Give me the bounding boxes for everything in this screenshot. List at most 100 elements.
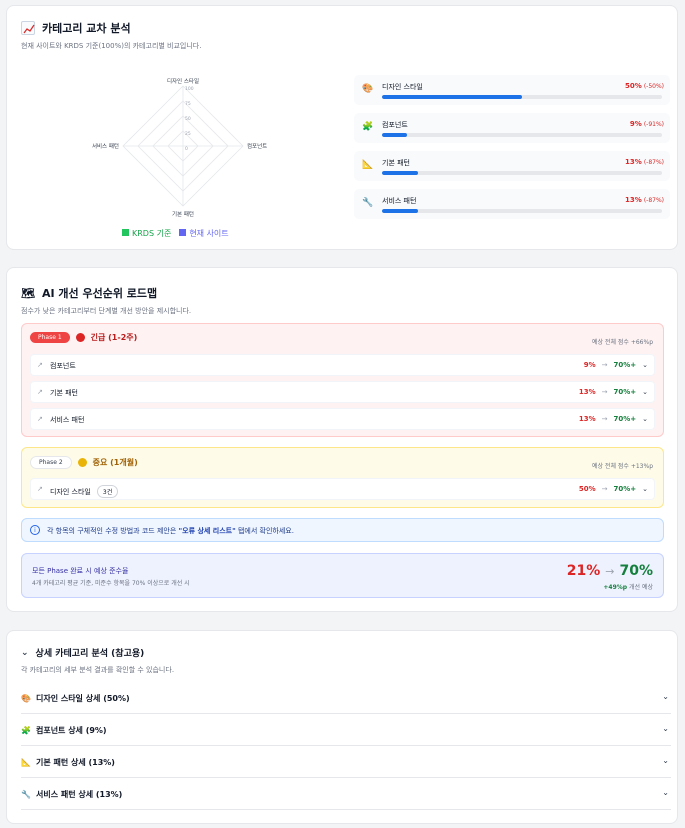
progress-fill <box>382 171 419 175</box>
category-delta: (-50%) <box>643 83 664 90</box>
category-value: 50% (-50%) <box>625 82 664 90</box>
category-delta: (-91%) <box>643 121 664 128</box>
chevron-down-icon[interactable]: ⌄ <box>642 361 648 369</box>
section-subtitle: 현재 사이트와 KRDS 기준(100%)의 카테고리별 비교입니다. <box>21 42 202 50</box>
legend-swatch-krds <box>122 229 129 236</box>
ai-roadmap-card: 🗺 AI 개선 우선순위 로드맵 점수가 낮은 카테고리부터 단계별 개선 방안… <box>6 267 678 612</box>
trend-icon: ↗ <box>37 415 43 423</box>
ruler-icon: 📐 <box>362 160 374 170</box>
section-title: 카테고리 교차 분석 <box>21 20 131 36</box>
detail-item-label: 📐 기본 패턴 상세 (13%) <box>21 757 115 768</box>
legend-krds[interactable]: KRDS 기준 <box>122 228 171 239</box>
expected-score: 70% <box>619 563 653 579</box>
info-text-before: 각 항목의 구체적인 수정 방법과 코드 제안은 <box>47 527 179 535</box>
section-title[interactable]: ⌄ 상세 카테고리 분석 (참고용) <box>21 646 145 660</box>
summary-title: 모든 Phase 완료 시 예상 준수율 <box>32 567 129 575</box>
category-pct: 13% <box>625 196 642 204</box>
detail-item-label: 🔧 서비스 패턴 상세 (13%) <box>21 789 122 800</box>
current-score: 21% <box>566 563 601 579</box>
phase-label: 긴급 (1-2주) <box>90 333 138 342</box>
radar-tick: 50 <box>185 116 191 122</box>
category-pct: 50% <box>625 82 642 90</box>
section-subtitle: 점수가 낮은 카테고리부터 단계별 개선 방안을 제시합니다. <box>21 307 192 315</box>
detail-accordion-item[interactable]: 🧩 컴포넌트 상세 (9%) ⌄ <box>21 714 671 746</box>
phase-estimate: 예상 전체 점수 +13%p <box>591 463 653 470</box>
section-title-text: AI 개선 우선순위 로드맵 <box>41 287 158 300</box>
radar-chart: 100 75 50 25 0 디자인 스타일 컴포넌트 기본 패턴 서비스 패턴 <box>92 77 267 218</box>
phase-item-row[interactable]: ↗ 기본 패턴 13% → 70%+ ⌄ <box>30 381 655 403</box>
chevron-down-icon[interactable]: ⌄ <box>662 724 669 733</box>
radar-axis-label: 컴포넌트 <box>247 142 267 150</box>
phase-header: Phase 2 중요 (1개월) <box>30 456 138 469</box>
radar-grid <box>122 85 244 207</box>
palette-icon: 🎨 <box>21 694 31 703</box>
chevron-down-icon[interactable]: ⌄ <box>662 788 669 797</box>
category-pct: 13% <box>625 158 642 166</box>
chevron-down-icon[interactable]: ⌄ <box>662 692 669 701</box>
detail-accordion-item[interactable]: 🎨 디자인 스타일 상세 (50%) ⌄ <box>21 682 671 714</box>
legend-current-label: 현재 사이트 <box>189 229 229 238</box>
category-value: 13% (-87%) <box>625 196 664 204</box>
category-value: 13% (-87%) <box>625 158 664 166</box>
category-name: 컴포넌트 <box>382 121 408 129</box>
gain-suffix: 개선 예상 <box>627 584 653 591</box>
detail-accordion-item[interactable]: 🔧 서비스 패턴 상세 (13%) ⌄ <box>21 778 671 810</box>
category-cross-analysis-card: 카테고리 교차 분석 현재 사이트와 KRDS 기준(100%)의 카테고리별 … <box>6 5 678 250</box>
category-score-row: 🎨 디자인 스타일 50% (-50%) <box>354 75 670 105</box>
category-score-row: 🔧 서비스 패턴 13% (-87%) <box>354 189 670 219</box>
category-delta: (-87%) <box>643 159 664 166</box>
phase-item-values: 50% → 70%+ ⌄ <box>579 485 648 493</box>
chevron-down-icon[interactable]: ⌄ <box>642 388 648 396</box>
phase-item-row[interactable]: ↗ 서비스 패턴 13% → 70%+ ⌄ <box>30 408 655 430</box>
category-value: 9% (-91%) <box>630 120 664 128</box>
chart-increasing-icon <box>21 21 35 35</box>
progress-fill <box>382 209 419 213</box>
item-name-text: 서비스 패턴 <box>50 416 85 424</box>
progress-track <box>382 209 662 213</box>
phase-item-name: 서비스 패턴 <box>50 415 84 425</box>
phase-item-row[interactable]: ↗ 디자인 스타일 3건 50% → 70%+ ⌄ <box>30 478 655 500</box>
phase-label: 중요 (1개월) <box>92 458 138 467</box>
category-name: 기본 패턴 <box>382 159 410 167</box>
from-value: 50% <box>578 485 596 493</box>
arrow-right-icon: → <box>601 485 608 493</box>
chevron-down-icon[interactable]: ⌄ <box>642 485 648 493</box>
summary-description: 4개 카테고리 평균 기준, 미준수 항목을 70% 이상으로 개선 시 <box>32 580 190 587</box>
trend-icon: ↗ <box>37 361 43 369</box>
arrow-right-icon: → <box>601 388 608 396</box>
to-value: 70%+ <box>613 415 637 423</box>
phase-estimate: 예상 전체 점수 +66%p <box>591 339 653 346</box>
progress-fill <box>382 133 408 137</box>
chevron-down-icon[interactable]: ⌄ <box>642 415 648 423</box>
section-subtitle: 각 카테고리의 세부 분석 결과를 확인할 수 있습니다. <box>21 666 175 674</box>
detail-accordion-item[interactable]: 📐 기본 패턴 상세 (13%) ⌄ <box>21 746 671 778</box>
legend-current[interactable]: 현재 사이트 <box>179 228 229 239</box>
legend-krds-label: KRDS 기준 <box>132 229 172 238</box>
to-value: 70%+ <box>613 361 637 369</box>
wrench-icon: 🔧 <box>21 790 31 799</box>
chevron-down-icon[interactable]: ⌄ <box>662 756 669 765</box>
chevron-down-icon[interactable]: ⌄ <box>21 648 29 658</box>
detail-category-card: ⌄ 상세 카테고리 분석 (참고용) 각 카테고리의 세부 분석 결과를 확인할… <box>6 630 678 824</box>
info-banner: i 각 항목의 구체적인 수정 방법과 코드 제안은 "오류 상세 리스트" 탭… <box>21 518 664 542</box>
item-name-text: 컴포넌트 <box>50 362 76 370</box>
arrow-right-icon: → <box>605 564 615 578</box>
detail-item-label: 🎨 디자인 스타일 상세 (50%) <box>21 693 130 704</box>
progress-track <box>382 95 662 99</box>
category-pct: 9% <box>629 120 642 128</box>
section-title-text: 상세 카테고리 분석 (참고용) <box>35 649 145 659</box>
info-text: 각 항목의 구체적인 수정 방법과 코드 제안은 "오류 상세 리스트" 탭에서… <box>47 526 294 536</box>
summary-score: 21% → 70% <box>567 563 653 579</box>
item-name-text: 디자인 스타일 <box>50 487 91 496</box>
puzzle-icon: 🧩 <box>21 726 31 735</box>
section-title-text: 카테고리 교차 분석 <box>42 22 131 35</box>
summary-gain: +49%p 개선 예상 <box>603 582 653 591</box>
ruler-icon: 📐 <box>21 758 31 767</box>
radar-axis-label: 디자인 스타일 <box>167 77 199 85</box>
category-score-row: 📐 기본 패턴 13% (-87%) <box>354 151 670 181</box>
phase-item-row[interactable]: ↗ 컴포넌트 9% → 70%+ ⌄ <box>30 354 655 376</box>
progress-track <box>382 133 662 137</box>
item-name-text: 기본 패턴 <box>50 389 78 397</box>
radar-axis-label: 서비스 패턴 <box>92 142 119 150</box>
detail-item-text: 기본 패턴 상세 (13%) <box>35 758 115 767</box>
